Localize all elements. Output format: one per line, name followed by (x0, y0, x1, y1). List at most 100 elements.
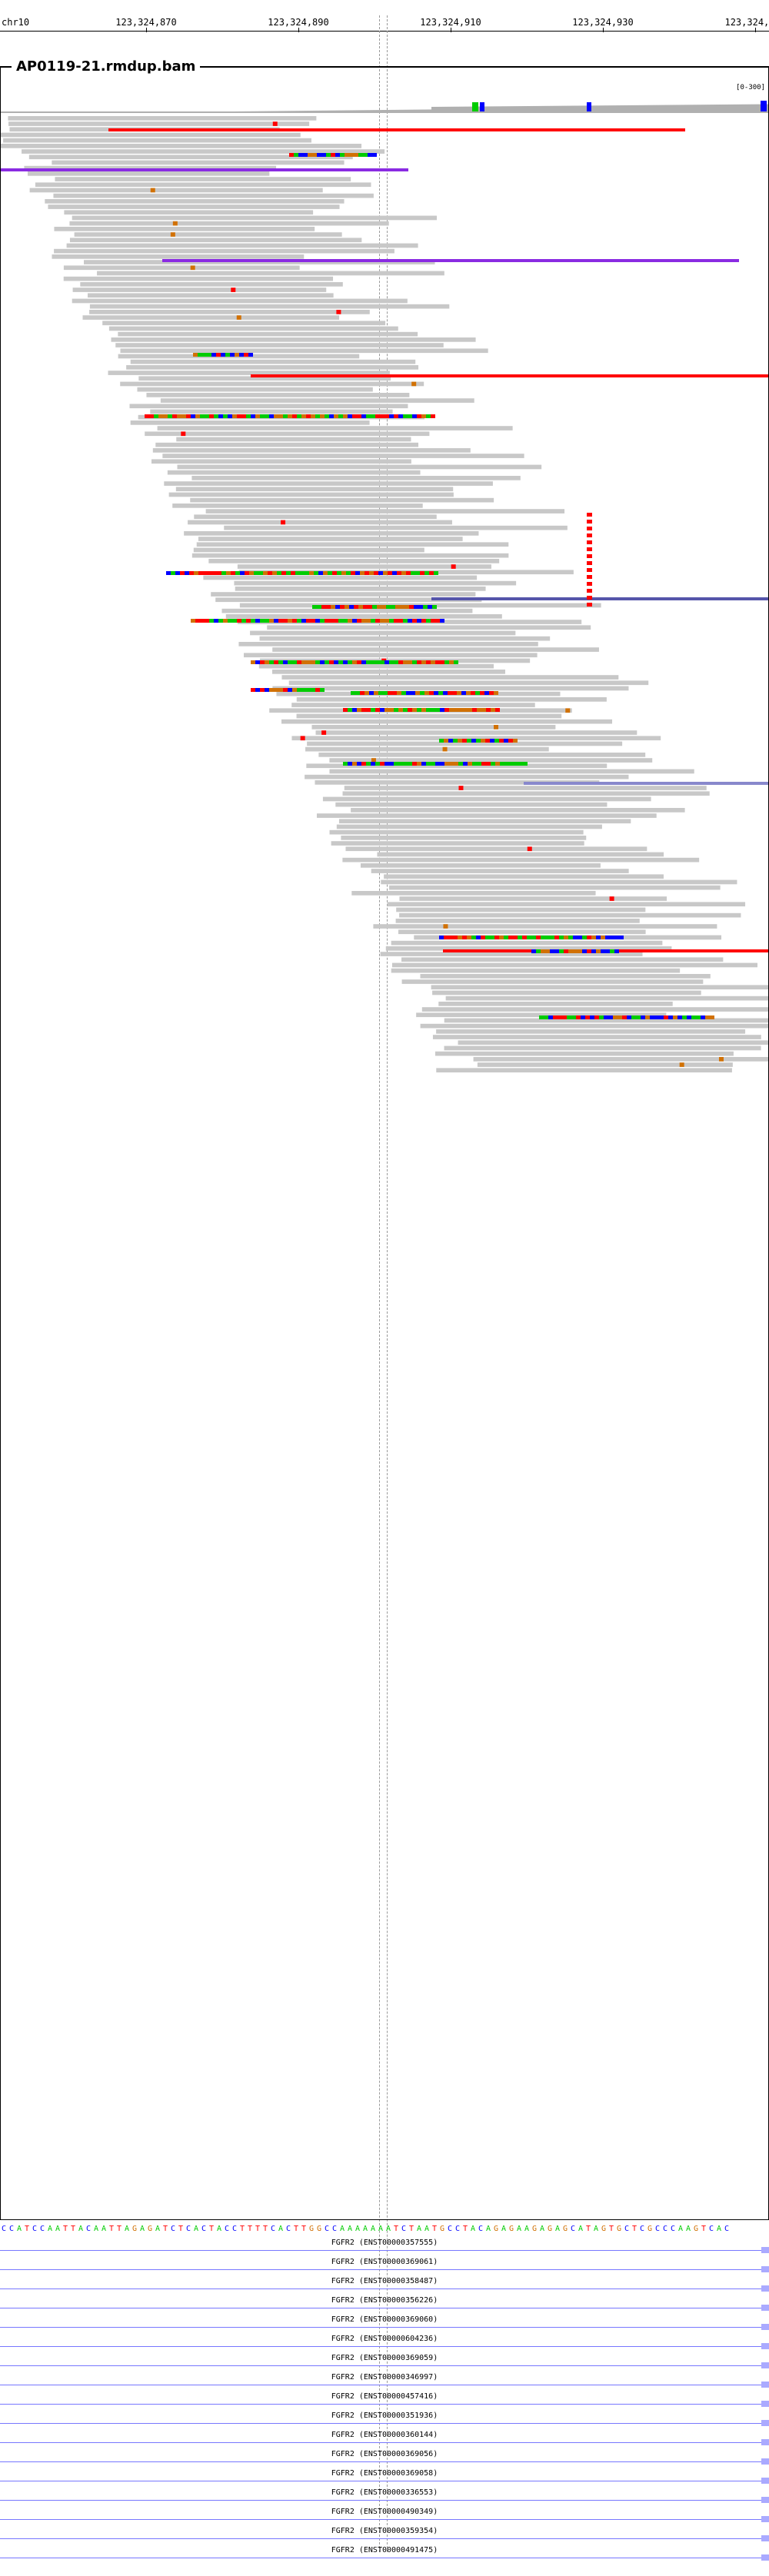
read[interactable] (296, 697, 607, 702)
read[interactable] (160, 398, 474, 403)
read[interactable] (118, 331, 418, 337)
read[interactable] (331, 841, 584, 846)
read[interactable] (345, 846, 647, 852)
read[interactable] (137, 387, 373, 392)
read[interactable] (473, 1057, 768, 1062)
read[interactable] (351, 808, 685, 813)
read[interactable] (271, 670, 505, 674)
read[interactable] (281, 719, 613, 724)
read[interactable] (89, 310, 370, 314)
read[interactable] (1, 144, 362, 148)
read[interactable] (108, 326, 398, 331)
read[interactable] (28, 171, 270, 176)
read[interactable] (338, 819, 631, 824)
read[interactable] (524, 782, 768, 785)
read[interactable] (52, 254, 305, 259)
read[interactable] (115, 343, 444, 347)
read[interactable] (196, 542, 509, 547)
read[interactable] (88, 293, 334, 298)
read[interactable] (224, 525, 568, 530)
read[interactable] (63, 276, 334, 281)
read[interactable] (329, 769, 694, 774)
read[interactable] (162, 454, 524, 458)
read[interactable] (387, 902, 746, 907)
read[interactable] (399, 896, 667, 901)
read[interactable] (8, 121, 310, 126)
read[interactable] (391, 940, 663, 946)
read[interactable] (445, 995, 768, 1001)
read[interactable] (172, 504, 423, 508)
read[interactable] (420, 974, 711, 979)
read[interactable] (391, 968, 681, 973)
read[interactable] (177, 464, 542, 470)
read[interactable] (272, 647, 599, 652)
transcript-row[interactable]: FGFR2 (ENST00000359354) (0, 2527, 769, 2546)
alignment-track-panel[interactable]: AP0119-21.rmdup.bam [0-300] (0, 58, 769, 2220)
read[interactable] (250, 630, 516, 636)
transcript-row[interactable]: FGFR2 (ENST00000357555) (0, 2239, 769, 2258)
read[interactable] (3, 138, 311, 143)
read[interactable] (97, 271, 444, 276)
read[interactable] (259, 636, 551, 641)
transcript-row[interactable]: FGFR2 (ENST00000369060) (0, 2315, 769, 2335)
read[interactable] (281, 675, 619, 680)
read-alignments[interactable] (1, 67, 768, 2219)
read[interactable] (336, 824, 602, 829)
transcript-row[interactable]: FGFR2 (ENST00000336553) (0, 2488, 769, 2508)
read[interactable] (1, 168, 408, 171)
read[interactable] (53, 193, 374, 198)
read[interactable] (377, 852, 664, 857)
transcript-row[interactable]: FGFR2 (ENST00000369059) (0, 2354, 769, 2373)
read[interactable] (208, 559, 500, 563)
read[interactable] (191, 476, 521, 480)
transcript-row[interactable]: FGFR2 (ENST00000360144) (0, 2431, 769, 2450)
read[interactable] (288, 680, 649, 686)
read[interactable] (399, 912, 741, 918)
read[interactable] (150, 409, 393, 414)
read[interactable] (102, 321, 386, 326)
read[interactable] (315, 730, 638, 735)
read[interactable] (191, 553, 509, 558)
read[interactable] (360, 863, 601, 868)
read[interactable] (82, 315, 340, 320)
read[interactable] (168, 492, 454, 497)
read[interactable] (193, 547, 424, 553)
read[interactable] (72, 288, 327, 292)
read[interactable] (458, 1040, 768, 1045)
read[interactable] (66, 243, 418, 248)
read[interactable] (438, 1002, 673, 1006)
read[interactable] (72, 215, 438, 221)
read[interactable] (63, 265, 300, 271)
read[interactable] (151, 459, 411, 464)
read[interactable] (190, 497, 494, 503)
genomic-ruler[interactable]: chr10 123,324,870 123,324,890 123,324,91… (0, 0, 769, 34)
read[interactable] (155, 442, 419, 447)
read[interactable] (235, 587, 486, 591)
read[interactable] (108, 128, 685, 131)
read[interactable] (74, 232, 342, 237)
read[interactable] (351, 891, 596, 896)
read[interactable] (35, 182, 371, 188)
transcript-row[interactable]: FGFR2 (ENST00000358487) (0, 2277, 769, 2296)
read[interactable] (55, 177, 351, 181)
read[interactable] (398, 929, 646, 935)
read[interactable] (130, 359, 416, 364)
read[interactable] (176, 437, 411, 442)
read[interactable] (291, 703, 535, 707)
read[interactable] (129, 404, 408, 409)
read[interactable] (203, 575, 478, 580)
read[interactable] (167, 470, 421, 475)
transcript-row[interactable]: FGFR2 (ENST00000369058) (0, 2469, 769, 2488)
read[interactable] (318, 753, 646, 757)
read[interactable] (329, 829, 584, 835)
read[interactable] (48, 204, 340, 209)
read[interactable] (434, 1051, 734, 1056)
read[interactable] (146, 393, 410, 397)
read[interactable] (184, 531, 479, 536)
read[interactable] (120, 381, 424, 387)
read[interactable] (296, 713, 562, 719)
read[interactable] (381, 879, 737, 885)
read[interactable] (8, 116, 317, 121)
read[interactable] (162, 259, 739, 262)
transcript-row[interactable]: FGFR2 (ENST00000351936) (0, 2411, 769, 2431)
